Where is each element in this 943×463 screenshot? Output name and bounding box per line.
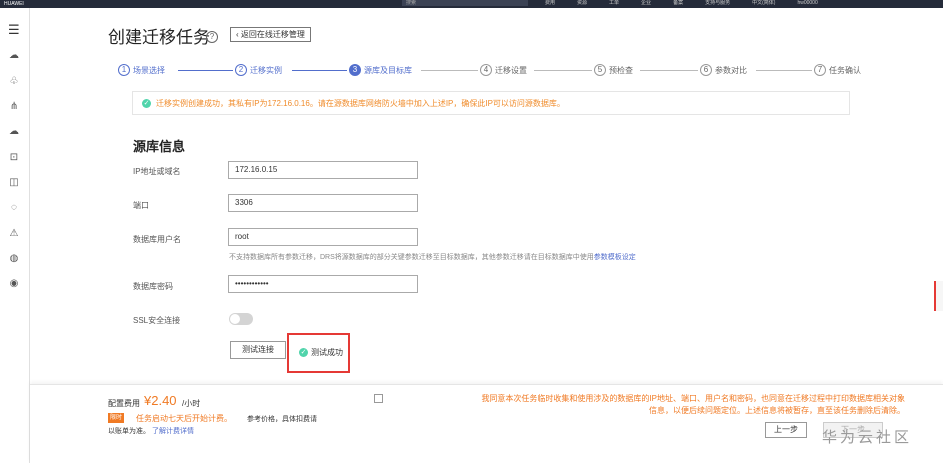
- step-label: 任务确认: [829, 65, 861, 75]
- test-connection-button[interactable]: 测试连接: [230, 341, 286, 359]
- billing-details-link[interactable]: 了解计费详情: [152, 428, 194, 435]
- port-label: 端口: [133, 201, 149, 210]
- page-title: 创建迁移任务: [108, 28, 210, 47]
- back-button-label: 返回在线迁移管理: [240, 30, 305, 39]
- step-parameter-compare: 6 参数对比: [700, 63, 747, 77]
- footer-bar: 配置费用 ¥2.40 /小时 限时 任务启动七天后开始计费。 参考价格，具体扣费…: [30, 384, 943, 463]
- step-task-confirm: 7 任务确认: [814, 63, 861, 77]
- step-label: 迁移实例: [250, 65, 282, 75]
- fee-unit: /小时: [182, 399, 201, 408]
- port-input[interactable]: 3306: [228, 194, 418, 212]
- nav-link[interactable]: 费用: [545, 0, 555, 7]
- step-connector: [421, 70, 478, 71]
- wizard-steps: 1 场景选择 2 迁移实例 3 源库及目标库 4 迁移设置 5 预检查 6 参数…: [118, 63, 878, 77]
- chart-icon[interactable]: ◫: [8, 177, 20, 189]
- step-label: 参数对比: [715, 65, 747, 75]
- ip-input[interactable]: 172.16.0.15: [228, 161, 418, 179]
- step-migration-settings: 4 迁移设置: [480, 63, 527, 77]
- step-number: 1: [118, 64, 130, 76]
- step-label: 源库及目标库: [364, 65, 412, 75]
- ssl-label: SSL安全连接: [133, 316, 181, 325]
- step-connector: [534, 70, 592, 71]
- step-connector: [292, 70, 347, 71]
- top-navbar: HUAWEI 搜索 费用 资源 工单 企业 备案 支持与服务 中文(简体) hw…: [0, 0, 943, 8]
- username-label: 数据库用户名: [133, 235, 181, 244]
- step-connector: [640, 70, 698, 71]
- parameter-template-link[interactable]: 参数模板设定: [594, 254, 636, 261]
- nav-link[interactable]: hw00000: [797, 0, 817, 7]
- step-connector: [756, 70, 812, 71]
- billing-note: 以账单为准。 了解计费详情: [108, 426, 194, 436]
- step-connector: [178, 70, 233, 71]
- password-label: 数据库密码: [133, 282, 173, 291]
- previous-step-button[interactable]: 上一步: [765, 422, 807, 438]
- parameter-hint: 不支持数据库所有参数迁移，DRS将源数据库的部分关键参数迁移至目标数据库，其他参…: [229, 252, 636, 262]
- watermark: 华为云社区: [822, 429, 913, 446]
- step-scene-select: 1 场景选择: [118, 63, 165, 77]
- global-search-input[interactable]: 搜索: [402, 0, 528, 6]
- service-sidebar: ☰ ☁ ♧ ⋔ ☁ ⊡ ◫ ◌ ⚠ ◍ ◉: [0, 8, 30, 463]
- globe-icon[interactable]: ◍: [8, 253, 20, 265]
- step-number: 4: [480, 64, 492, 76]
- step-precheck: 5 预检查: [594, 63, 633, 77]
- test-result-highlight: ✓ 测试成功: [287, 333, 350, 373]
- reference-price-text: 参考价格，具体扣费请: [247, 416, 317, 423]
- menu-icon[interactable]: ☰: [8, 23, 20, 36]
- username-input[interactable]: root: [228, 228, 418, 246]
- ssl-toggle[interactable]: [229, 313, 253, 325]
- ip-label: IP地址或域名: [133, 167, 181, 176]
- test-result-text: 测试成功: [311, 348, 343, 357]
- step-label: 预检查: [609, 65, 633, 75]
- promo-badge: 限时: [108, 413, 125, 423]
- nav-link[interactable]: 工单: [609, 0, 619, 7]
- triangle-icon[interactable]: ⚠: [8, 228, 20, 240]
- step-number: 3: [349, 64, 361, 76]
- check-circle-icon: ✓: [142, 99, 151, 108]
- step-migration-instance: 2 迁移实例: [235, 63, 282, 77]
- billing-note-text: 以账单为准。: [108, 428, 150, 435]
- cloud-icon[interactable]: ☁: [8, 50, 20, 62]
- back-to-migration-list-button[interactable]: ‹ 返回在线迁移管理: [230, 27, 311, 42]
- step-number: 5: [594, 64, 606, 76]
- check-circle-icon: ✓: [299, 348, 308, 357]
- success-alert: ✓ 迁移实例创建成功，其私有IP为172.16.0.16。请在源数据库网络防火墙…: [132, 91, 850, 115]
- nav-link[interactable]: 中文(简体): [752, 0, 775, 7]
- nav-link[interactable]: 支持与服务: [705, 0, 730, 7]
- shield-icon[interactable]: ◉: [8, 278, 20, 290]
- network-icon[interactable]: ⋔: [8, 101, 20, 113]
- step-label: 迁移设置: [495, 65, 527, 75]
- password-input[interactable]: ••••••••••••: [228, 275, 418, 293]
- server-icon[interactable]: ⊡: [8, 152, 20, 164]
- step-label: 场景选择: [133, 65, 165, 75]
- promo-text: 任务启动七天后开始计费。: [136, 414, 232, 423]
- toggle-knob: [230, 314, 240, 324]
- nav-link[interactable]: 资源: [577, 0, 587, 7]
- fee-label: 配置费用: [108, 399, 140, 408]
- step-number: 7: [814, 64, 826, 76]
- scrollbar-thumb[interactable]: [934, 281, 943, 311]
- brand-logo[interactable]: HUAWEI: [4, 0, 24, 8]
- section-title-source-db: 源库信息: [133, 139, 186, 154]
- agreement-checkbox[interactable]: [374, 394, 383, 403]
- alert-text: 迁移实例创建成功，其私有IP为172.16.0.16。请在源数据库网络防火墙中加…: [156, 99, 565, 108]
- top-nav-links: 费用 资源 工单 企业 备案 支持与服务 中文(简体) hw00000: [545, 0, 937, 7]
- group-icon[interactable]: ♧: [8, 76, 20, 88]
- help-icon[interactable]: ?: [206, 31, 218, 43]
- step-number: 2: [235, 64, 247, 76]
- cloud-sync-icon[interactable]: ◌: [8, 202, 20, 214]
- step-source-target-db: 3 源库及目标库: [349, 63, 412, 77]
- nav-link[interactable]: 企业: [641, 0, 651, 7]
- agreement-text-line2: 信息，以便后续问题定位。上述信息将被暂存，直至该任务删除后清除。: [649, 406, 905, 415]
- fee-value: ¥2.40: [144, 393, 177, 408]
- hint-text: 不支持数据库所有参数迁移，DRS将源数据库的部分关键参数迁移至目标数据库，其他参…: [229, 254, 594, 261]
- nav-link[interactable]: 备案: [673, 0, 683, 7]
- agreement-text-line1: 我同意本次任务临时收集和使用涉及的数据库的IP地址、端口、用户名和密码，也同意在…: [481, 394, 905, 403]
- step-number: 6: [700, 64, 712, 76]
- database-icon[interactable]: ☁: [8, 126, 20, 138]
